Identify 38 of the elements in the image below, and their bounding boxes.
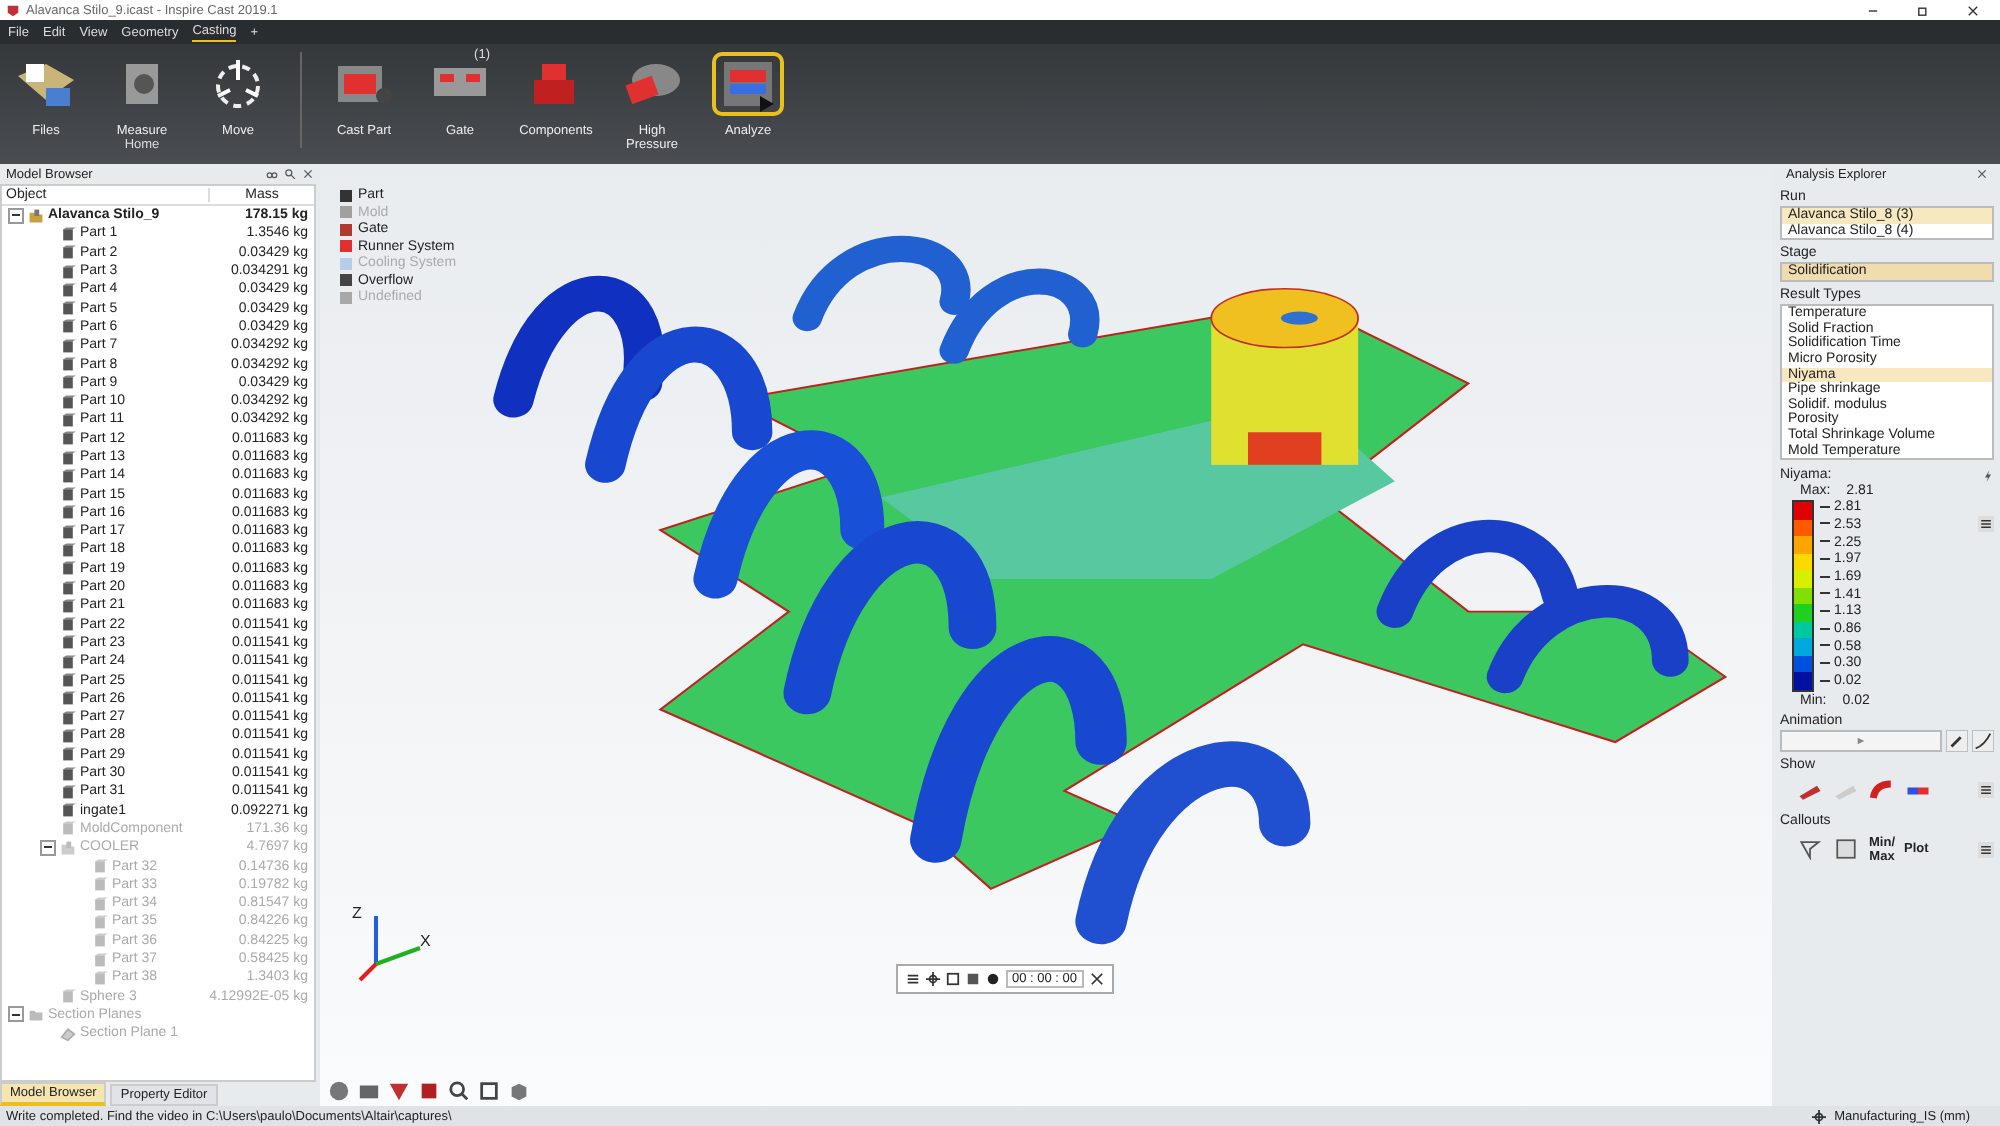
close-icon[interactable] — [302, 168, 314, 180]
tree-toggle[interactable] — [8, 207, 24, 224]
analyze-icon — [716, 56, 780, 112]
record-icon[interactable] — [986, 972, 1000, 986]
legend-swatch[interactable] — [340, 240, 352, 252]
lightning-icon[interactable] — [1982, 469, 1994, 482]
assembly-icon — [60, 839, 76, 856]
crosshair-icon[interactable] — [1812, 1109, 1827, 1123]
menu-icon[interactable] — [1978, 841, 1994, 858]
close-icon[interactable] — [1966, 3, 1980, 17]
play-icon[interactable] — [1856, 735, 1866, 746]
panel-icon[interactable] — [1832, 838, 1860, 861]
folder-icon — [28, 1006, 44, 1023]
menu-icon[interactable] — [906, 972, 920, 986]
expand-icon[interactable] — [946, 972, 960, 986]
legend-swatch[interactable] — [340, 189, 352, 201]
runner-show-icon[interactable] — [1868, 779, 1896, 802]
legend-swatch[interactable] — [340, 274, 352, 286]
binoculars-icon[interactable] — [266, 168, 278, 180]
menu-icon[interactable] — [1978, 782, 1994, 799]
cube-icon[interactable] — [508, 1080, 530, 1102]
menu-icon[interactable] — [1978, 516, 1994, 533]
crosshair-icon[interactable] — [926, 972, 940, 986]
search-icon[interactable] — [284, 168, 296, 180]
assembly-icon — [28, 207, 44, 224]
part-icon — [60, 988, 76, 1005]
box-icon[interactable] — [418, 1080, 440, 1102]
axis-label: X — [420, 932, 431, 950]
callout-icon[interactable] — [1796, 838, 1824, 861]
section-plane-icon — [60, 1025, 76, 1042]
close-icon[interactable] — [1976, 168, 1988, 180]
close-icon[interactable] — [1089, 972, 1104, 986]
zoom-icon[interactable] — [448, 1080, 470, 1102]
zoom-fit-icon[interactable] — [478, 1080, 500, 1102]
legend-swatch[interactable] — [340, 223, 352, 235]
axis-label: Z — [352, 904, 362, 922]
restore-icon[interactable] — [1916, 3, 1930, 17]
graph-icon[interactable] — [1972, 729, 1994, 752]
